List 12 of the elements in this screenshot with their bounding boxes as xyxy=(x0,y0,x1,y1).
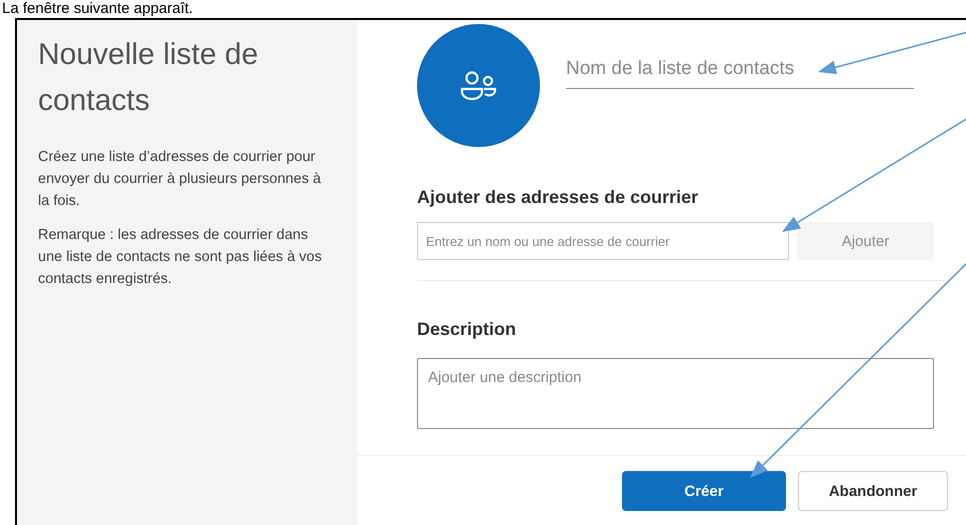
section-heading: Ajouter des adresses de courrier xyxy=(417,187,700,208)
list-name-field[interactable]: Nom de la liste de contacts xyxy=(566,52,914,89)
description-field[interactable]: Ajouter une description xyxy=(417,358,934,429)
section-heading: Description xyxy=(417,319,518,340)
caption: La fenêtre suivante apparaît. xyxy=(1,0,194,18)
address-field[interactable]: Entrez un nom ou une adresse de courrier xyxy=(417,222,789,260)
description-text: Remarque : les adresses de courrier dans une liste de contacts ne sont pas liées à vos contacts enregistrés. xyxy=(38,226,323,289)
dialog-title: Nouvelle liste de contacts xyxy=(38,37,260,119)
people-icon xyxy=(460,70,498,100)
description-text: Créez une liste d’adresses de courrier pour envoyer du courrier à plusieurs personnes à la fois. xyxy=(38,148,322,211)
cancel-button[interactable]: Abandonner xyxy=(798,471,948,511)
create-button[interactable]: Créer xyxy=(622,471,786,511)
